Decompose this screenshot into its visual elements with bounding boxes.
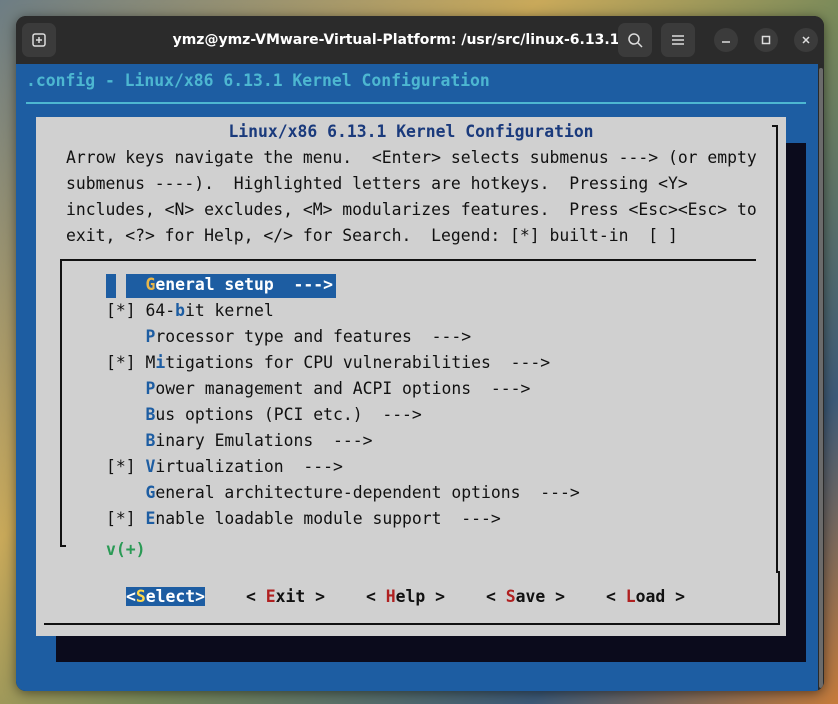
dialog-title: Linux/x86 6.13.1 Kernel Configuration [228,122,594,141]
menu-frame-top [60,259,756,261]
button-bracket-open: < [606,587,626,606]
menu-item-hotkey: b [175,301,185,320]
menu-item-prefix [106,379,145,398]
help-line-3: includes, <N> excludes, <M> modularizes … [66,200,757,219]
menu-item-hotkey: G [145,275,156,294]
menu-item-prefix [106,327,145,346]
menu-item[interactable]: Processor type and features ---> [106,327,471,346]
menu-item-hotkey: i [155,353,166,372]
menu-item[interactable]: [*] Virtualization ---> [106,457,343,476]
button-bracket-close: > [305,587,325,606]
menu-button[interactable] [661,23,695,57]
menu-item-label: irtualization ---> [155,457,343,476]
menu-item-prefix [106,431,145,450]
button-bracket-open: < [366,587,386,606]
kernel-config-dialog: Linux/x86 6.13.1 Kernel Configuration Ar… [36,117,786,636]
maximize-button[interactable] [754,28,778,52]
dialog-frame-bottom [44,623,780,625]
menu-frame-corner [60,545,66,547]
menu-item[interactable]: General setup ---> [106,275,333,294]
menu-item-label: eneral architecture-dependent options --… [155,483,580,502]
menu-item-label: tigations for CPU vulnerabilities ---> [165,353,551,372]
menu-item-label: eneral setup ---> [155,275,333,294]
button-hotkey: E [265,587,276,606]
new-tab-icon [32,33,46,47]
menu-item-hotkey: B [145,431,156,450]
save-button[interactable]: < Save > [486,587,565,606]
button-bracket-close: > [665,587,685,606]
button-hotkey: L [625,587,636,606]
title-bar: ymz@ymz-VMware-Virtual-Platform: /usr/sr… [16,16,824,64]
menu-item[interactable]: [*] Mitigations for CPU vulnerabilities … [106,353,550,372]
menu-item-label: rocessor type and features ---> [155,327,472,346]
search-button[interactable] [618,23,652,57]
menu-item-label: ower management and ACPI options ---> [155,379,531,398]
search-icon [628,33,643,48]
menu-item-hotkey: G [145,483,156,502]
menu-item-hotkey: V [145,457,156,476]
menu-item-prefix [106,483,145,502]
help-button[interactable]: < Help > [366,587,445,606]
menu-item-prefix: [*] [106,457,146,476]
help-line-1: Arrow keys navigate the menu. <Enter> se… [66,148,757,167]
help-line-2: submenus ----). Highlighted letters are … [66,174,688,193]
menu-item-hotkey: P [145,327,156,346]
button-bracket-open: < [126,587,136,606]
button-hotkey: S [505,587,516,606]
menu-item-label: nable loadable module support ---> [155,509,501,528]
exit-button[interactable]: < Exit > [246,587,325,606]
menu-item[interactable]: General architecture-dependent options -… [106,483,580,502]
load-button[interactable]: < Load > [606,587,685,606]
menu-item[interactable]: Power management and ACPI options ---> [106,379,530,398]
help-line-4: exit, <?> for Help, </> for Search. Lege… [66,226,678,245]
menu-item-prefix: [*] [106,509,146,528]
button-label: elect [145,587,196,606]
scrollbar-thumb[interactable] [819,68,823,688]
dialog-frame-right-lower [778,571,780,625]
menu-item-prefix: [*] 64- [106,301,176,320]
menu-item-hotkey: B [145,405,156,424]
terminal-area[interactable]: .config - Linux/x86 6.13.1 Kernel Config… [16,64,824,691]
dialog-frame-corner [772,125,778,127]
button-label: xit [275,587,306,606]
menu-item[interactable]: Binary Emulations ---> [106,431,372,450]
button-bracket-close: > [425,587,445,606]
button-bracket-open: < [486,587,506,606]
button-label: ave [515,587,546,606]
menu-item-label: us options (PCI etc.) ---> [155,405,422,424]
menu-item-prefix: [*] M [106,353,156,372]
hamburger-menu-icon [672,35,684,45]
select-button[interactable]: <Select> [126,587,205,606]
more-indicator: v(+) [106,540,146,559]
dialog-frame-right [776,125,778,573]
button-bracket-open: < [246,587,266,606]
menu-item-prefix [106,275,145,294]
menu-frame-left [60,259,62,547]
title-underline [26,102,806,104]
maximize-icon [761,35,771,45]
button-label: oad [635,587,666,606]
new-tab-button[interactable] [22,23,56,57]
window-title: ymz@ymz-VMware-Virtual-Platform: /usr/sr… [172,32,620,48]
button-hotkey: S [135,587,146,606]
button-hotkey: H [385,587,396,606]
scrollbar[interactable] [818,64,824,691]
close-icon [802,36,810,44]
menu-item-prefix [106,405,145,424]
menu-item-hotkey: E [145,509,156,528]
menu-item-label: it kernel [184,301,274,320]
minimize-icon [722,41,730,43]
minimize-button[interactable] [714,28,738,52]
menu-item[interactable]: Bus options (PCI etc.) ---> [106,405,422,424]
button-bracket-close: > [195,587,205,606]
button-label: elp [395,587,426,606]
close-button[interactable] [794,28,818,52]
menu-item[interactable]: [*] 64-bit kernel [106,301,274,320]
menu-item[interactable]: [*] Enable loadable module support ---> [106,509,501,528]
terminal-window: ymz@ymz-VMware-Virtual-Platform: /usr/sr… [16,16,824,691]
config-title: .config - Linux/x86 6.13.1 Kernel Config… [26,71,490,90]
menu-item-hotkey: P [145,379,156,398]
button-bracket-close: > [545,587,565,606]
menu-item-label: inary Emulations ---> [155,431,373,450]
